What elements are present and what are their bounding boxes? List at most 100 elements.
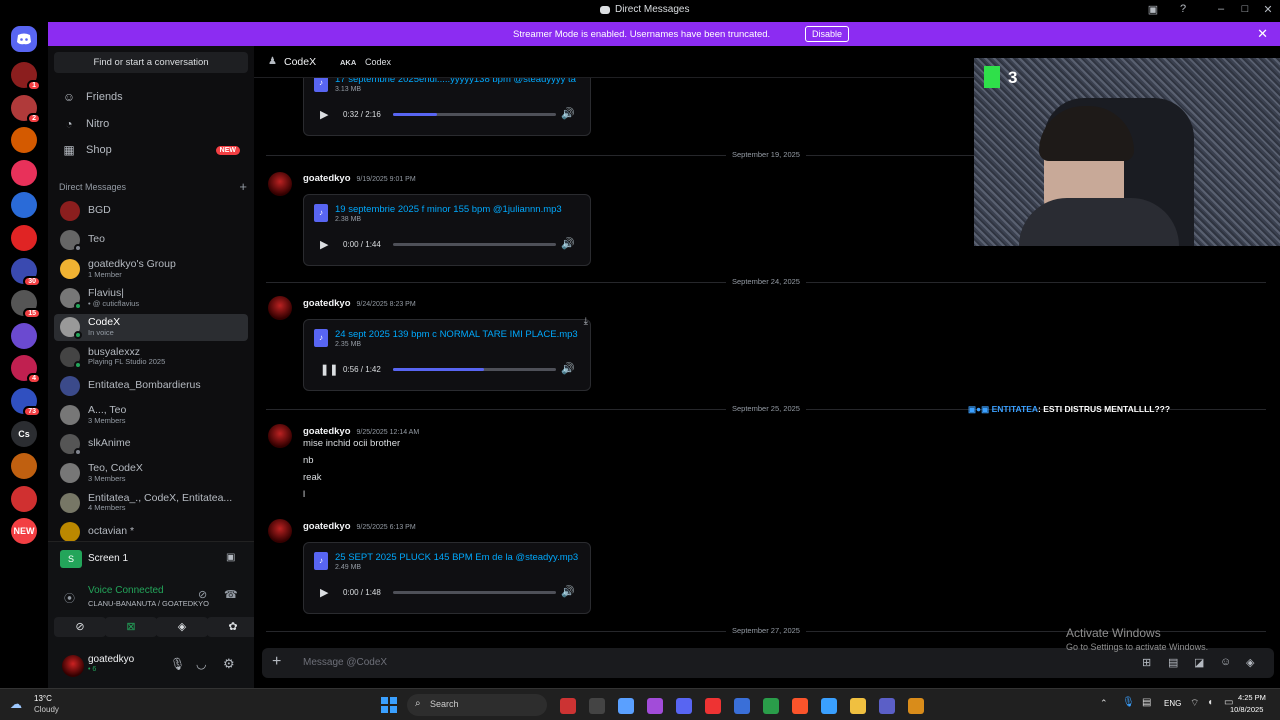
author-name[interactable]: goatedkyo <box>303 298 351 309</box>
avatar[interactable] <box>268 172 292 196</box>
nav-shop[interactable]: ▦ Shop NEW <box>56 138 250 162</box>
voice-status[interactable]: Voice Connected <box>88 585 164 596</box>
file-name-link[interactable]: 19 septembrie 2025 f minor 155 bpm @1jul… <box>335 204 585 215</box>
seek-bar[interactable] <box>393 243 556 246</box>
camera-off-button[interactable]: ⊘ <box>54 617 106 637</box>
inbox-icon[interactable]: ▣ <box>1145 3 1161 19</box>
message-author[interactable]: goatedkyo 9/19/2025 9:01 PM <box>303 173 416 184</box>
activities-button[interactable]: ◈ <box>156 617 208 637</box>
server-icon[interactable] <box>11 322 37 349</box>
file-explorer-icon[interactable] <box>589 698 605 714</box>
store-icon[interactable] <box>734 698 750 714</box>
server-icon[interactable] <box>11 225 37 251</box>
message-input[interactable]: Message @CodeX <box>303 657 387 668</box>
avatar[interactable] <box>268 296 292 320</box>
search-input[interactable]: Find or start a conversation <box>54 52 248 73</box>
create-dm-icon[interactable]: + <box>239 179 247 194</box>
headphones-icon[interactable]: ◡ <box>196 657 206 671</box>
server-icon[interactable]: 4 <box>11 355 41 385</box>
play-button[interactable]: ▶ <box>320 108 328 121</box>
help-icon[interactable]: ? <box>1175 3 1191 19</box>
dm-item[interactable]: Entitatea_., CodeX, Entitatea... 4 Member… <box>54 489 248 516</box>
play-button[interactable]: ▶ <box>320 238 328 251</box>
app-icon[interactable] <box>560 698 576 714</box>
message-author[interactable]: goatedkyo 9/24/2025 8:23 PM <box>303 298 416 309</box>
dm-item[interactable]: A..., Teo 3 Members <box>54 401 248 428</box>
chrome-icon[interactable] <box>763 698 779 714</box>
minimize-button[interactable]: – <box>1213 3 1229 19</box>
folder-icon[interactable] <box>850 698 866 714</box>
dm-item[interactable]: busyalexxz Playing FL Studio 2025 <box>54 343 248 370</box>
file-name-link[interactable]: 24 sept 2025 139 bpm c NORMAL TARE IMI P… <box>335 329 585 340</box>
avatar[interactable] <box>62 655 84 677</box>
apps-icon[interactable]: ◈ <box>1246 656 1254 669</box>
disable-button[interactable]: Disable <box>805 26 850 42</box>
author-name[interactable]: goatedkyo <box>303 521 351 532</box>
message-author[interactable]: goatedkyo 9/25/2025 6:13 PM <box>303 521 416 532</box>
dm-item[interactable]: goatedkyo's Group 1 Member <box>54 255 248 282</box>
server-icon[interactable] <box>11 127 37 154</box>
wifi-icon[interactable]: ⌔ <box>1190 697 1199 710</box>
server-icon[interactable]: Cs <box>11 420 37 447</box>
volume-icon[interactable]: 🔊 <box>561 362 575 375</box>
server-icon[interactable]: 15 <box>11 290 41 320</box>
clock-date[interactable]: 10/8/2025 <box>1230 705 1263 714</box>
nav-nitro[interactable]: ◔ Nitro <box>56 112 250 136</box>
volume-icon[interactable]: ◖ <box>1207 697 1213 708</box>
settings-gear-icon[interactable]: ⚙ <box>223 656 235 672</box>
gift-icon[interactable]: ⊞ <box>1142 656 1151 669</box>
avatar[interactable] <box>268 519 292 543</box>
discord-taskbar-icon[interactable] <box>676 698 692 714</box>
chevron-up-icon[interactable]: ⌃ <box>1100 698 1108 709</box>
author-name[interactable]: goatedkyo <box>303 173 351 184</box>
nav-friends[interactable]: ☺ Friends <box>56 85 250 109</box>
dm-item[interactable]: CodeX In voice <box>54 313 248 341</box>
screen-share-button[interactable]: ⊠ <box>105 617 157 637</box>
language-indicator[interactable]: ENG <box>1164 699 1181 708</box>
attach-plus-icon[interactable]: + <box>272 653 281 671</box>
windows-start-icon[interactable] <box>381 697 397 713</box>
server-icon[interactable] <box>11 485 37 512</box>
play-button[interactable]: ▶ <box>320 586 328 599</box>
dm-item[interactable]: slkAnime <box>54 431 248 458</box>
photos-icon[interactable] <box>821 698 837 714</box>
clock-time[interactable]: 4:25 PM <box>1238 693 1266 702</box>
pause-button[interactable]: ❚❚ <box>320 363 338 376</box>
dm-item[interactable]: Teo, CodeX 3 Members <box>54 460 248 487</box>
close-banner-icon[interactable]: ✕ <box>1257 26 1268 42</box>
file-name-link[interactable]: 25 SEPT 2025 PLUCK 145 BPM Em de la @ste… <box>335 552 585 563</box>
voice-channel[interactable]: CLANU-BANANUTA / GOATEDKYO <box>88 599 209 608</box>
dm-item[interactable]: Teo <box>54 226 248 253</box>
dm-item[interactable]: Flavius| • @ cuticflavius <box>54 285 248 312</box>
stop-stream-icon[interactable]: ▣ <box>226 552 235 563</box>
teams-icon[interactable] <box>879 698 895 714</box>
message-author[interactable]: goatedkyo 9/25/2025 12:14 AM <box>303 426 419 437</box>
maximize-button[interactable]: □ <box>1237 3 1253 19</box>
dm-item[interactable]: Entitatea_Bombardierus <box>54 372 248 399</box>
volume-icon[interactable]: 🔊 <box>561 107 575 120</box>
weather-temp[interactable]: 13°C <box>34 694 52 703</box>
app-icon[interactable] <box>908 698 924 714</box>
server-icon[interactable]: 73 <box>11 388 41 417</box>
download-icon[interactable]: ⤓ <box>584 316 588 327</box>
server-icon[interactable] <box>11 192 37 219</box>
avatar[interactable] <box>268 424 292 448</box>
weather-desc[interactable]: Cloudy <box>34 705 59 714</box>
emoji-icon[interactable]: ☺ <box>1220 656 1231 668</box>
server-icon[interactable] <box>11 159 37 186</box>
disconnect-icon[interactable]: ☎ <box>224 588 238 601</box>
close-window-button[interactable]: ✕ <box>1260 3 1276 19</box>
file-name-link[interactable]: 17 septembrie 2025endl.....yyyyy138 bpm … <box>335 78 585 85</box>
noise-suppression-icon[interactable]: ⊘ <box>198 588 207 601</box>
server-icon[interactable]: 30 <box>11 257 41 287</box>
seek-bar[interactable] <box>393 591 556 594</box>
taskbar-search[interactable]: ⌕ Search <box>407 694 547 716</box>
server-icon[interactable] <box>11 453 37 480</box>
soundboard-button[interactable]: ✿ <box>207 617 259 637</box>
sticker-icon[interactable]: ◪ <box>1194 656 1204 669</box>
volume-icon[interactable]: 🔊 <box>561 585 575 598</box>
volume-icon[interactable]: 🔊 <box>561 237 575 250</box>
paint-icon[interactable] <box>647 698 663 714</box>
server-icon[interactable]: NEW <box>11 518 37 545</box>
author-name[interactable]: goatedkyo <box>303 426 351 437</box>
